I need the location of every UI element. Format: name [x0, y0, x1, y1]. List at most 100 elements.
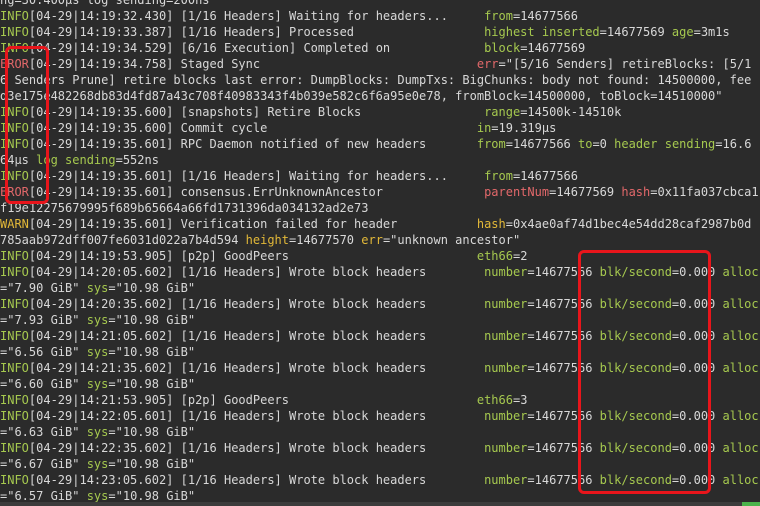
log-segment: INFO	[0, 361, 29, 375]
log-line: ="6.56 GiB" sys="10.98 GiB"	[0, 344, 760, 360]
log-segment: f19e12275679995f689b65664a66fd1731396da0…	[0, 201, 369, 215]
log-line: 64µs log sending=552ns	[0, 152, 760, 168]
log-segment: hash	[476, 217, 506, 231]
log-segment: INFO	[0, 393, 29, 407]
log-segment: alloc	[722, 265, 759, 279]
log-segment: =14500k-14510k	[520, 105, 622, 119]
log-segment: =2	[512, 249, 528, 263]
log-segment: =14677566	[527, 409, 600, 423]
log-segment: =0.000	[671, 265, 723, 279]
log-segment: ="unknown ancestor"	[382, 233, 521, 247]
log-line: INFO[04-29|14:19:32.430] [1/16 Headers] …	[0, 8, 760, 24]
log-segment: 6 Senders Prune] retire blocks last erro…	[0, 73, 752, 87]
log-segment: number	[484, 473, 528, 487]
log-segment: number	[484, 361, 528, 375]
log-segment: =14677569	[599, 25, 672, 39]
status-indicator	[742, 502, 760, 506]
log-segment: log sending	[36, 153, 116, 167]
log-segment: ="6.56 GiB"	[0, 345, 87, 359]
log-segment: blk/second	[599, 361, 672, 375]
log-segment: INFO	[0, 121, 29, 135]
log-line: INFO[04-29|14:19:34.529] [6/16 Execution…	[0, 40, 760, 56]
log-segment: [04-29|14:19:34.529] [6/16 Execution] Co…	[28, 41, 485, 55]
log-segment: ="6.60 GiB"	[0, 377, 87, 391]
log-segment: =0x11fa037cbca1	[650, 185, 759, 199]
log-line: INFO[04-29|14:23:05.602] [1/16 Headers] …	[0, 472, 760, 488]
log-line: INFO[04-29|14:19:35.600] [snapshots] Ret…	[0, 104, 760, 120]
log-segment: from	[476, 137, 506, 151]
log-segment: EROR	[0, 57, 29, 71]
log-line: INFO[04-29|14:21:05.602] [1/16 Headers] …	[0, 328, 760, 344]
log-segment: ="6.67 GiB"	[0, 457, 87, 471]
log-segment: in	[476, 121, 492, 135]
log-segment: ="[5/16 Senders] retireBlocks: [5/1	[498, 57, 752, 71]
log-segment: [04-29|14:22:05.601] [1/16 Headers] Wrot…	[28, 409, 485, 423]
log-segment: [04-29|14:19:35.600] [snapshots] Retire …	[28, 105, 485, 119]
log-segment: INFO	[0, 473, 29, 487]
log-segment: err	[361, 233, 383, 247]
log-segment: =0.000	[671, 473, 723, 487]
log-segment: number	[484, 265, 528, 279]
log-segment: [04-29|14:19:34.758] Staged Sync	[28, 57, 477, 71]
log-segment: =0.000	[671, 361, 723, 375]
log-line: EROR[04-29|14:19:34.758] Staged Sync err…	[0, 56, 760, 72]
log-segment: number	[484, 441, 528, 455]
log-segment: =14677566	[512, 9, 578, 23]
log-segment: header sending	[614, 137, 716, 151]
log-segment: =14677566	[527, 473, 600, 487]
log-segment: alloc	[722, 409, 759, 423]
log-line: INFO[04-29|14:19:35.600] Commit cycle in…	[0, 120, 760, 136]
log-segment: blk/second	[599, 265, 672, 279]
log-line: 785aab972dff007fe6031d022a7b4d594 height…	[0, 232, 760, 248]
log-segment: INFO	[0, 105, 29, 119]
log-segment: sys	[86, 345, 109, 359]
log-segment: [04-29|14:21:05.602] [1/16 Headers] Wrot…	[28, 329, 485, 343]
log-segment: ="10.98 GiB"	[108, 281, 196, 295]
log-segment: sys	[86, 457, 109, 471]
log-segment: =14677566	[527, 297, 600, 311]
log-line: INFO[04-29|14:21:53.905] [p2p] GoodPeers…	[0, 392, 760, 408]
log-segment: number	[484, 409, 528, 423]
log-segment: =3m1s	[693, 25, 730, 39]
log-segment: ="7.90 GiB"	[0, 281, 87, 295]
log-segment: =14677569	[549, 185, 622, 199]
log-segment: INFO	[0, 329, 29, 343]
log-line: ="7.93 GiB" sys="10.98 GiB"	[0, 312, 760, 328]
log-line: INFO[04-29|14:19:35.601] RPC Daemon noti…	[0, 136, 760, 152]
log-segment: [04-29|14:21:35.602] [1/16 Headers] Wrot…	[28, 361, 485, 375]
log-segment: [04-29|14:19:35.600] Commit cycle	[28, 121, 477, 135]
log-segment: blk/second	[599, 441, 672, 455]
log-segment: from	[484, 169, 513, 183]
log-segment: eth66	[476, 393, 513, 407]
log-segment: [04-29|14:19:33.387] [1/16 Headers] Proc…	[28, 25, 485, 39]
log-segment: INFO	[0, 297, 29, 311]
log-segment: [04-29|14:22:35.602] [1/16 Headers] Wrot…	[28, 441, 485, 455]
log-segment: [04-29|14:20:35.602] [1/16 Headers] Wrot…	[28, 297, 485, 311]
log-segment: 785aab972dff007fe6031d022a7b4d594	[0, 233, 246, 247]
log-segment: 64µs	[0, 153, 37, 167]
log-segment: INFO	[0, 169, 29, 183]
log-segment: parentNum	[484, 185, 550, 199]
log-segment: age	[671, 25, 694, 39]
log-line: ="6.67 GiB" sys="10.98 GiB"	[0, 456, 760, 472]
log-segment: [04-29|14:19:35.601] Verification failed…	[28, 217, 477, 231]
log-segment: highest inserted	[484, 25, 600, 39]
log-line: INFO[04-29|14:20:35.602] [1/16 Headers] …	[0, 296, 760, 312]
log-segment: [04-29|14:19:32.430] [1/16 Headers] Wait…	[28, 9, 485, 23]
log-line: ng=30.400µs log sending=200ns	[0, 0, 760, 8]
log-segment: INFO	[0, 137, 29, 151]
log-segment: ="10.98 GiB"	[108, 489, 196, 503]
log-segment: alloc	[722, 329, 759, 343]
log-segment: hash	[621, 185, 651, 199]
log-segment: WARN	[0, 217, 29, 231]
log-segment: EROR	[0, 185, 29, 199]
log-line: ="6.60 GiB" sys="10.98 GiB"	[0, 376, 760, 392]
log-segment: =14677566	[527, 361, 600, 375]
log-segment: =14677570	[289, 233, 362, 247]
log-line: INFO[04-29|14:19:33.387] [1/16 Headers] …	[0, 24, 760, 40]
log-segment: ="6.57 GiB"	[0, 489, 87, 503]
terminal-status-bar	[0, 502, 760, 506]
log-segment: sys	[86, 425, 109, 439]
terminal-output[interactable]: ng=30.400µs log sending=200ns INFO[04-29|…	[0, 0, 760, 506]
log-line: INFO[04-29|14:19:35.601] [1/16 Headers] …	[0, 168, 760, 184]
